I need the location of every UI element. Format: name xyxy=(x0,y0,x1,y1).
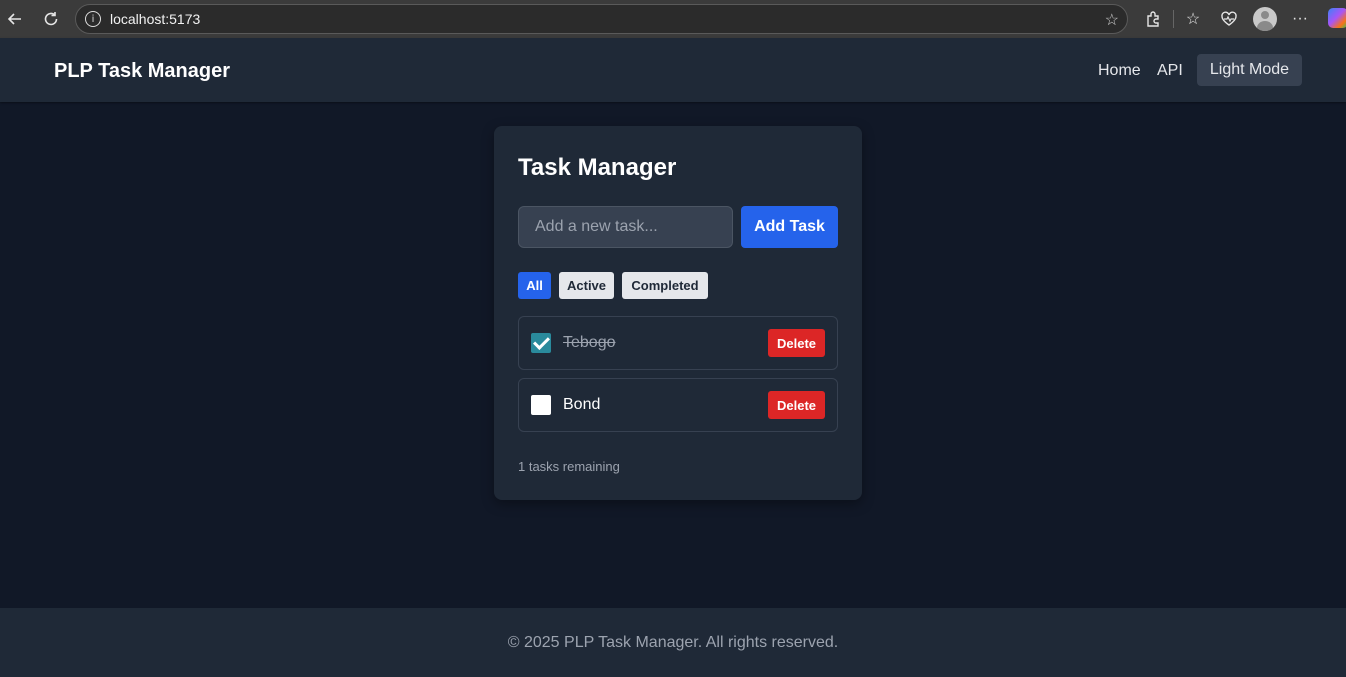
browser-essentials-icon[interactable] xyxy=(1216,6,1242,32)
reload-icon[interactable] xyxy=(37,5,65,33)
task-item: Tebogo Delete xyxy=(518,316,838,370)
back-arrow-icon[interactable] xyxy=(1,5,29,33)
card-title: Task Manager xyxy=(518,154,677,181)
address-url: localhost:5173 xyxy=(110,11,201,27)
task-text: Bond xyxy=(563,396,601,413)
filter-active-button[interactable]: Active xyxy=(559,272,614,299)
favorites-icon[interactable]: ☆ xyxy=(1180,6,1206,32)
more-menu-icon[interactable]: ··· xyxy=(1287,6,1313,32)
brand-title[interactable]: PLP Task Manager xyxy=(54,60,230,83)
new-task-input[interactable] xyxy=(518,206,733,248)
task-text: Tebogo xyxy=(563,334,616,351)
delete-task-button[interactable]: Delete xyxy=(768,391,825,419)
filter-completed-button[interactable]: Completed xyxy=(622,272,708,299)
browser-toolbar: i localhost:5173 ☆ ☆ ··· xyxy=(0,0,1346,38)
extensions-icon[interactable] xyxy=(1140,6,1166,32)
tasks-remaining-count: 1 tasks remaining xyxy=(518,459,620,474)
toolbar-divider xyxy=(1173,10,1174,28)
favorite-star-icon[interactable]: ☆ xyxy=(1105,10,1119,30)
nav-link-home[interactable]: Home xyxy=(1098,62,1141,80)
footer-copyright: © 2025 PLP Task Manager. All rights rese… xyxy=(507,633,839,651)
app-navbar: PLP Task Manager Home API Light Mode xyxy=(0,38,1346,102)
task-checkbox[interactable] xyxy=(531,333,551,353)
task-checkbox[interactable] xyxy=(531,395,551,415)
delete-task-button[interactable]: Delete xyxy=(768,329,825,357)
nav-link-api[interactable]: API xyxy=(1157,62,1183,80)
address-bar[interactable]: i localhost:5173 ☆ xyxy=(75,4,1128,34)
filter-all-button[interactable]: All xyxy=(518,272,551,299)
copilot-icon[interactable] xyxy=(1328,8,1346,28)
task-item: Bond Delete xyxy=(518,378,838,432)
add-task-button[interactable]: Add Task xyxy=(741,206,838,248)
theme-toggle-button[interactable]: Light Mode xyxy=(1197,54,1302,86)
task-manager-card: Task Manager Add Task All Active Complet… xyxy=(494,126,862,500)
site-info-icon[interactable]: i xyxy=(85,11,101,27)
profile-avatar[interactable] xyxy=(1253,7,1277,31)
page-footer: © 2025 PLP Task Manager. All rights rese… xyxy=(0,608,1346,677)
